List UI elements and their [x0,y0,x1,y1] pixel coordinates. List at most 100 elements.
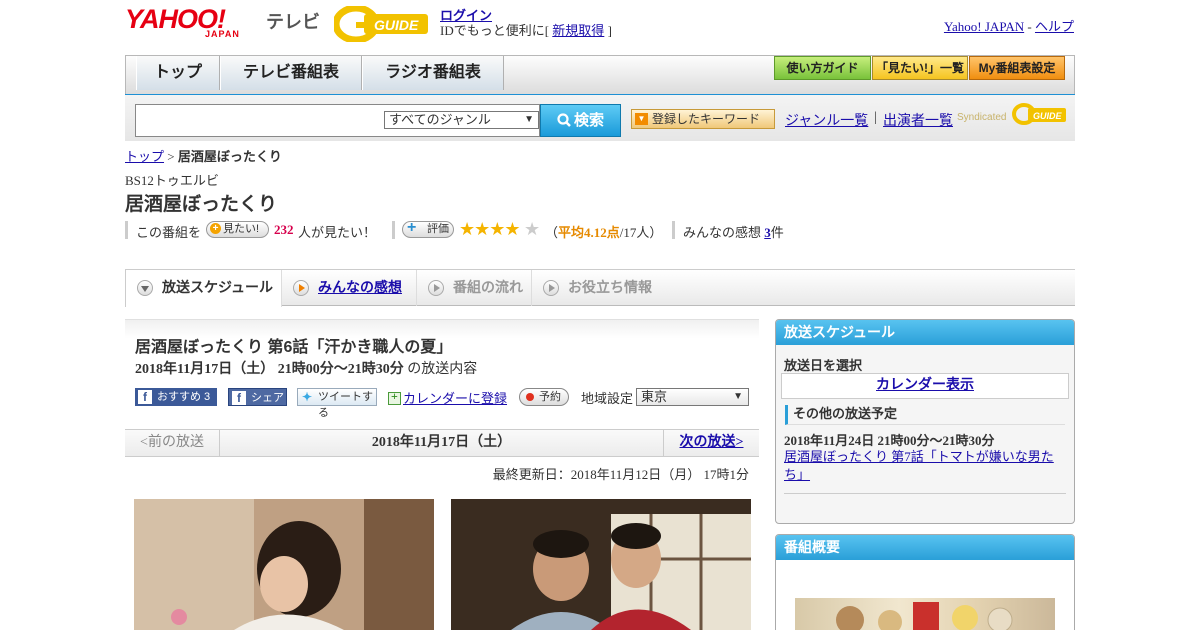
svg-text:GUIDE: GUIDE [1033,111,1063,121]
nav-tab-top[interactable]: トップ [136,56,220,90]
calendar-display-box: カレンダー表示 [781,373,1069,399]
genre-select[interactable]: すべてのジャンル ▼ [384,111,539,129]
program-title: 居酒屋ぼったくり [125,194,278,215]
tweet-button[interactable]: ✦ ツイートする [297,388,377,419]
chevron-right-icon [428,280,444,296]
rating-average: 平均4.12点 [558,225,620,240]
overview-sidebar-title: 番組概要 [776,535,1074,560]
comments-summary: みんなの感想 3件 [683,222,784,241]
reserve-button[interactable]: 予約 [519,388,569,406]
region-label: 地域設定 [581,391,634,406]
tab-useful-info: お役立ち情報 [532,270,662,306]
reserve-label: 予約 [539,391,561,403]
svg-text:GUIDE: GUIDE [374,17,419,33]
dropdown-arrow-icon: ▼ [524,114,534,125]
other-broadcast-link[interactable]: 居酒屋ぼったくり 第7話「トマトが嫌いな男たち」 [784,448,1060,484]
help-link[interactable]: ヘルプ [1035,19,1074,34]
twitter-bird-icon: ✦ [302,390,313,404]
overview-image [795,598,1055,630]
tab-label[interactable]: みんなの感想 [318,279,402,295]
tv-logo-text[interactable]: テレビ [266,8,320,34]
last-updated: 最終更新日：2018年11月12日（月） 17時1分 [492,467,749,482]
rating-button-label: 評価 [427,223,449,235]
genre-select-value: すべてのジャンル [389,112,491,127]
top-right-links: Yahoo! JAPAN - ヘルプ [944,16,1074,35]
comments-unit: 件 [770,225,784,240]
current-broadcast-date: 2018年11月17日（土） [371,435,512,450]
dropdown-arrow-icon: ▼ [733,391,743,402]
tab-label: 放送スケジュール [162,279,274,295]
region-select[interactable]: 東京 ▼ [636,388,749,406]
want-button[interactable]: + 見たい! [206,221,269,238]
other-broadcast-date: 2018年11月24日 21時00分～21時30分 [784,433,995,448]
info-divider [125,221,128,239]
my-schedule-settings-button[interactable]: My番組表設定 [969,56,1065,80]
other-broadcasts-heading: その他の放送予定 [785,405,1065,425]
rating-open: （ [545,225,559,240]
chevron-right-icon [543,280,559,296]
login-sub: IDでもっと便利に[ 新規取得 ] [440,20,612,39]
search-button[interactable]: 検索 [540,104,621,137]
registered-keyword-button[interactable]: ▼ 登録したキーワード [631,109,775,129]
usage-guide-button[interactable]: 使い方ガイド [774,56,871,80]
calendar-display-link[interactable]: カレンダー表示 [876,378,974,393]
rating-stars: ★★★★ [459,219,521,239]
chevron-down-icon [137,280,153,296]
yahoo-japan-link[interactable]: Yahoo! JAPAN [944,19,1024,34]
rating-summary: （平均4.12点/17人） [545,222,662,241]
facebook-recommend-label: おすすめ 3 [157,391,211,403]
tab-everyones-comments[interactable]: みんなの感想 [282,270,417,306]
breadcrumb-separator: > [167,149,175,164]
dash: - [1027,19,1032,34]
info-divider [392,221,395,239]
nav-tab-radio-schedule[interactable]: ラジオ番組表 [362,56,504,90]
link-separator: | [874,110,877,125]
want-button-label: 見たい! [223,223,260,235]
record-dot-icon [526,393,534,401]
breadcrumb-current: 居酒屋ぼったくり [177,149,282,164]
facebook-icon: f [232,391,246,405]
want-suffix: 人が見たい！ [298,225,377,240]
registered-keyword-label: 登録したキーワード [652,112,761,126]
main-navbar: トップ テレビ番組表 ラジオ番組表 使い方ガイド 「見たい!」一覧 My番組表設… [125,55,1075,99]
channel-name: BS12トゥエルビ [125,173,219,188]
select-date-label: 放送日を選択 [784,358,863,373]
program-info-bar: この番組を + 見たい! 232 人が見たい！ + 評価 ★★★★ ★ （平均4… [125,219,825,241]
rating-people: /17人） [619,225,663,240]
chevron-right-icon [293,280,309,296]
tab-label: お役立ち情報 [568,279,652,295]
calendar-register-link[interactable]: カレンダーに登録 [388,388,507,407]
gguide-logo[interactable]: GUIDE [332,4,432,44]
facebook-recommend-button[interactable]: f おすすめ 3 [135,388,217,406]
episode-date-suffix: の放送内容 [407,362,478,377]
episode-date: 2018年11月17日（土） 21時00分～21時30分 [135,362,404,377]
search-button-label: 検索 [573,112,604,129]
nav-tab-tv-schedule[interactable]: テレビ番組表 [220,56,362,90]
register-link[interactable]: 新規取得 [552,23,604,38]
cast-list-link[interactable]: 出演者一覧 [883,110,953,130]
want-list-button[interactable]: 「見たい!」一覧 [872,56,968,80]
next-broadcast-link[interactable]: 次の放送> [663,430,759,456]
chevron-down-icon: ▼ [635,113,648,125]
program-tabs: 放送スケジュール みんなの感想 番組の流れ お役立ち情報 [125,269,1075,307]
rating-empty-star: ★ [524,219,541,239]
region-select-value: 東京 [641,389,668,404]
comments-label: みんなの感想 [683,225,762,240]
rating-button[interactable]: + 評価 [402,220,454,238]
gguide-small-logo: GUIDE [1012,102,1068,126]
schedule-sidebar-title: 放送スケジュール [776,320,1074,345]
want-count: 232 [274,222,294,237]
facebook-share-button[interactable]: f シェア [228,388,287,406]
divider [784,493,1066,494]
episode-date-line: 2018年11月17日（土） 21時00分～21時30分 の放送内容 [135,358,477,378]
genre-list-link[interactable]: ジャンル一覧 [785,110,868,130]
breadcrumb-top-link[interactable]: トップ [125,149,164,164]
tab-broadcast-schedule[interactable]: 放送スケジュール [125,270,282,307]
calendar-register-label: カレンダーに登録 [403,391,508,406]
calendar-add-icon [388,389,401,405]
breadcrumb: トップ > 居酒屋ぼったくり [125,146,282,165]
facebook-icon: f [138,390,152,404]
episode-title: 居酒屋ぼったくり 第6話「汗かき職人の夏」 [135,339,453,356]
episode-photo-woman [134,499,434,630]
tweet-label: ツイートする [318,391,373,419]
